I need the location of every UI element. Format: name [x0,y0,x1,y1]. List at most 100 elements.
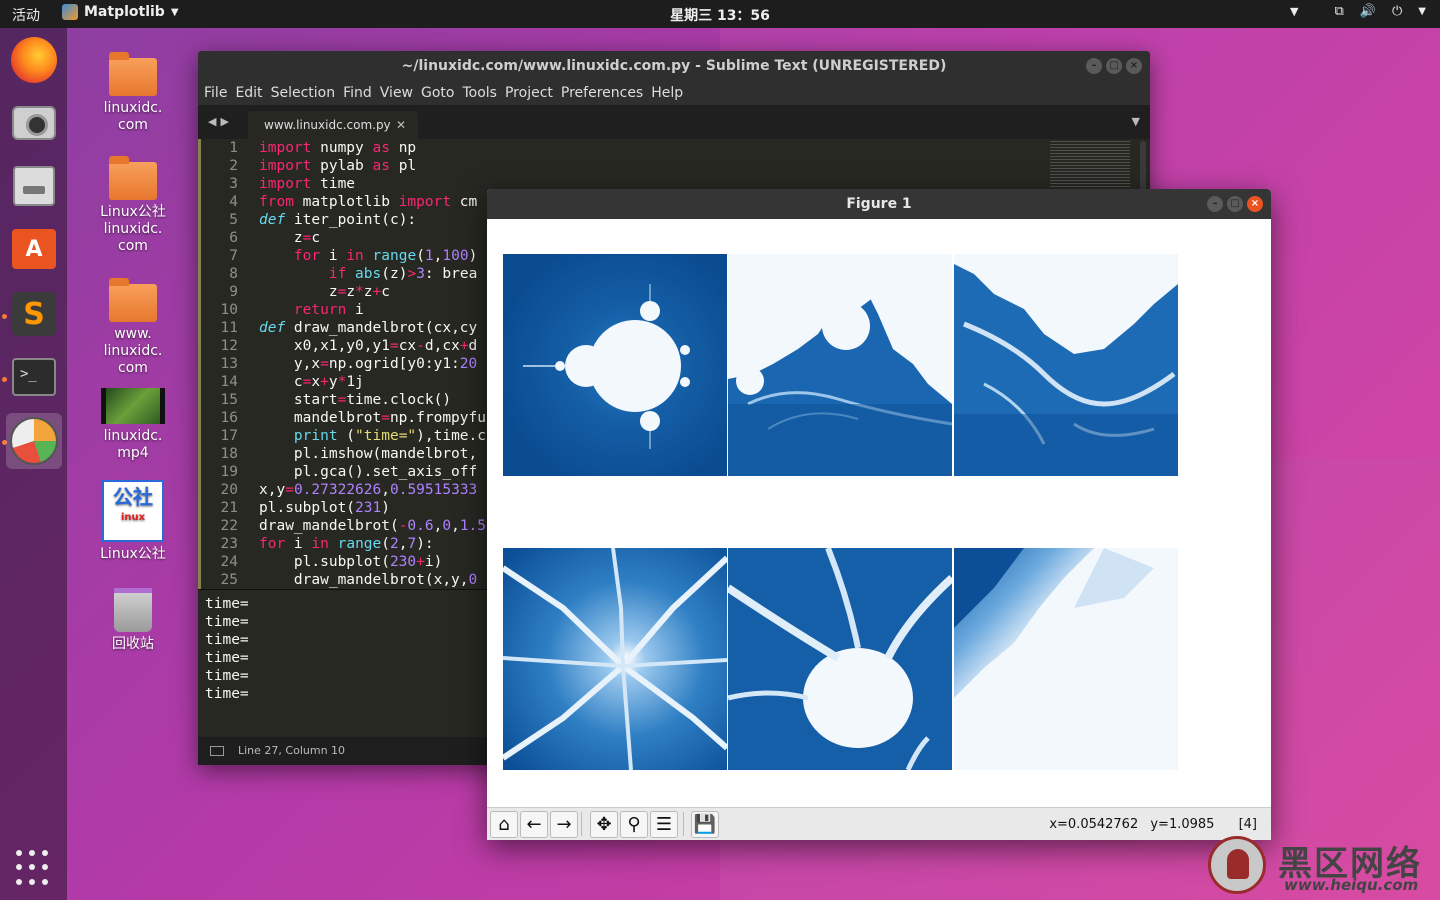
code-line[interactable]: 3 import time [198,175,498,193]
code-line[interactable]: 6 z=c [198,229,498,247]
dock-software-store[interactable]: A [6,221,62,277]
menu-item-tools[interactable]: Tools [460,81,503,105]
zoom-icon[interactable]: ⚲ [620,811,648,838]
line-number: 2 [229,158,238,174]
code-line[interactable]: 13 y,x=np.ogrid[y0:y1:20 [198,355,498,373]
menu-item-goto[interactable]: Goto [419,81,460,105]
code-text: from matplotlib import cm [259,194,478,210]
subplot-5-zoom[interactable] [728,548,952,770]
maximize-icon[interactable]: □ [1106,58,1122,74]
menu-item-help[interactable]: Help [649,81,689,105]
code-line[interactable]: 10 return i [198,301,498,319]
desktop-video-linuxidc-mp4[interactable]: linuxidc. mp4 [88,388,178,462]
save-icon[interactable]: 💾 [691,811,719,838]
home-icon[interactable]: ⌂ [490,811,518,838]
code-text: if abs(z)>3: brea [328,266,478,282]
tab-file[interactable]: www.linuxidc.com.py ✕ [248,111,418,139]
menu-item-file[interactable]: File [202,81,233,105]
desktop-trash[interactable]: 回收站 [88,588,178,653]
maximize-icon[interactable]: □ [1227,196,1243,212]
code-line[interactable]: 1 import numpy as np [198,139,498,157]
dock-matplotlib-figure[interactable] [6,413,62,469]
menu-item-selection[interactable]: Selection [269,81,342,105]
code-line[interactable]: 16 mandelbrot=np.frompyfu [198,409,498,427]
subplot-1-mandelbrot[interactable] [503,254,727,476]
code-line[interactable]: 12 x0,x1,y0,y1=cx-d,cx+d [198,337,498,355]
code-line[interactable]: 11 def draw_mandelbrot(cx,cy [198,319,498,337]
trash-icon [114,588,152,632]
subplot-6-zoom[interactable] [954,548,1178,770]
code-line[interactable]: 4 from matplotlib import cm [198,193,498,211]
code-line[interactable]: 22 draw_mandelbrot(-0.6,0,1.5 [198,517,498,535]
window-titlebar[interactable]: ~/linuxidc.com/www.linuxidc.com.py - Sub… [198,51,1150,81]
subplots-config-icon[interactable]: ☰ [650,811,678,838]
subplot-4-zoom[interactable] [503,548,727,770]
menu-item-edit[interactable]: Edit [233,81,268,105]
subplot-2-zoom[interactable] [728,254,952,476]
watermark: 黑区网络 www.heiqu.com [1206,834,1436,896]
tab-menu-icon[interactable]: ▼ [1132,115,1140,128]
network-icon[interactable]: ⧉ [1335,4,1344,19]
code-line[interactable]: 17 print ("time="),time.c [198,427,498,445]
show-applications-button[interactable] [16,850,52,886]
power-icon[interactable]: ⏻ [1392,4,1402,19]
dock-camera[interactable] [6,95,62,151]
chevron-down-icon[interactable]: ▼ [1418,6,1426,17]
window-titlebar[interactable]: Figure 1 – □ × [487,189,1271,219]
minimize-icon[interactable]: – [1086,58,1102,74]
activities-button[interactable]: 活动 [12,5,40,25]
code-line[interactable]: 23 for i in range(2,7): [198,535,498,553]
dock-terminal[interactable]: >_ [6,349,62,405]
code-line[interactable]: 2 import pylab as pl [198,157,498,175]
desktop-folder-linux-gongshe[interactable]: Linux公社 linuxidc. com [88,156,178,255]
dock-sublime-text[interactable]: S [6,286,62,342]
code-line[interactable]: 18 pl.imshow(mandelbrot, [198,445,498,463]
fractal-zoom-image [954,254,1178,476]
code-line[interactable]: 14 c=x+y*1j [198,373,498,391]
chevron-down-icon[interactable]: ▼ [1290,5,1298,18]
dock-files[interactable] [6,158,62,214]
system-tray[interactable]: ⧉ 🔊 ⏻ ▼ [1335,4,1426,19]
close-icon[interactable]: × [1126,58,1142,74]
firefox-icon [11,37,57,83]
code-line[interactable]: 9 z=z*z+c [198,283,498,301]
code-line[interactable]: 19 pl.gca().set_axis_off [198,463,498,481]
menu-item-view[interactable]: View [378,81,419,105]
icon-label: linuxidc. [103,343,163,359]
code-text: x,y=0.27322626,0.59515333 [259,482,478,498]
code-text: for i in range(1,100) [293,248,478,264]
close-icon[interactable]: × [1247,196,1263,212]
figure-canvas[interactable] [487,219,1271,807]
line-number: 20 [220,482,238,498]
code-line[interactable]: 8 if abs(z)>3: brea [198,265,498,283]
code-line[interactable]: 15 start=time.clock() [198,391,498,409]
minimize-icon[interactable]: – [1207,196,1223,212]
close-tab-icon[interactable]: ✕ [396,111,406,139]
code-line[interactable]: 7 for i in range(1,100) [198,247,498,265]
code-line[interactable]: 5 def iter_point(c): [198,211,498,229]
store-bag-icon: A [12,229,56,269]
window-title: Figure 1 [846,196,912,212]
desktop-linux-gongshe-launcher[interactable]: 公社 inux Linux公社 [88,480,178,563]
menu-item-find[interactable]: Find [341,81,378,105]
code-text: z=z*z+c [259,284,390,300]
code-line[interactable]: 24 pl.subplot(230+i) [198,553,498,571]
line-number: 18 [220,446,238,462]
desktop-folder-www-linuxidc-com[interactable]: www. linuxidc. com [88,278,178,377]
tab-nav-arrows-icon[interactable]: ◀▶ [208,115,233,128]
dock-firefox[interactable] [6,32,62,88]
code-line[interactable]: 21 pl.subplot(231) [198,499,498,517]
desktop-folder-linuxidc-com[interactable]: linuxidc. com [88,52,178,134]
pan-icon[interactable]: ✥ [590,811,618,838]
subplot-3-zoom[interactable] [954,254,1178,476]
volume-icon[interactable]: 🔊 [1360,4,1376,19]
app-menu[interactable]: Matplotlib ▼ [62,4,179,20]
panel-toggle-icon[interactable] [210,746,224,756]
clock[interactable]: 星期三 13：56 [670,8,770,24]
back-arrow-icon[interactable]: ← [520,811,548,838]
forward-arrow-icon[interactable]: → [550,811,578,838]
menu-item-project[interactable]: Project [503,81,559,105]
code-line[interactable]: 25 draw_mandelbrot(x,y,0 [198,571,498,589]
code-line[interactable]: 20 x,y=0.27322626,0.59515333 [198,481,498,499]
menu-item-preferences[interactable]: Preferences [559,81,649,105]
